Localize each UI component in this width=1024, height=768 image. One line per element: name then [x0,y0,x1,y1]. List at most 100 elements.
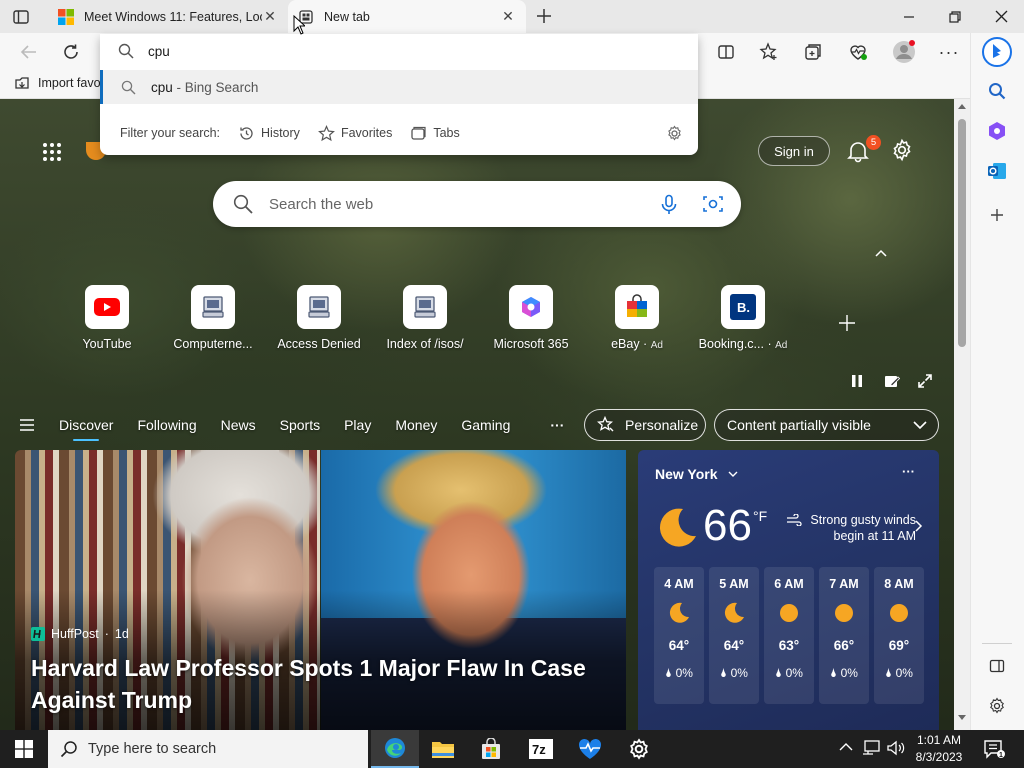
droplet-icon: 🌢 [830,666,838,680]
search-icon [121,80,136,95]
nav-play[interactable]: Play [344,417,371,433]
microphone-icon[interactable] [659,194,679,216]
close-window-icon[interactable] [978,0,1024,33]
tabs-icon [410,125,427,142]
nav-money[interactable]: Money [395,417,437,433]
quick-link-label: Access Denied [277,337,361,351]
nav-gaming[interactable]: Gaming [461,417,510,433]
filter-tabs-label: Tabs [433,126,460,140]
filter-tabs[interactable]: Tabs [410,125,460,142]
clock[interactable]: 1:01 AM 8/3/2023 [910,732,968,766]
close-tab-icon[interactable]: ✕ [500,8,516,25]
collections-icon[interactable] [800,39,826,65]
personalize-button[interactable]: Personalize [584,409,706,441]
sidebar-add-icon[interactable] [984,202,1010,228]
refresh-icon[interactable] [58,39,84,65]
nav-sports[interactable]: Sports [280,417,320,433]
visual-search-camera-icon[interactable] [702,194,724,214]
7zip-icon[interactable]: 7z [517,730,565,768]
import-favorites-button[interactable]: Import favo [14,75,101,91]
hourly-forecast-item[interactable]: 6 AM 63° 🌢 0% [764,567,814,704]
chevron-right-icon[interactable] [915,520,923,532]
edit-background-icon[interactable] [884,373,900,389]
quick-link-access-denied[interactable]: Access Denied [269,285,369,351]
personalize-label: Personalize [625,417,699,433]
add-shortcut-plus-icon[interactable] [838,314,856,332]
network-icon[interactable] [862,740,880,756]
news-headline[interactable]: Harvard Law Professor Spots 1 Major Flaw… [31,652,611,716]
quick-link-computerne[interactable]: Computerne... [163,285,263,351]
notification-center-icon[interactable]: 1 [983,739,1005,759]
filter-favorites[interactable]: Favorites [317,124,392,142]
nav-discover[interactable]: Discover [59,417,113,441]
weather-location[interactable]: New York [655,466,738,482]
quick-link-booking[interactable]: B. Booking.c... · Ad [693,285,793,351]
address-bar-input[interactable]: cpu [100,34,698,68]
nav-following[interactable]: Following [137,417,196,433]
favorites-star-icon[interactable] [756,39,782,65]
nav-news[interactable]: News [221,417,256,433]
hamburger-menu-icon[interactable] [20,419,34,431]
expand-icon[interactable] [917,373,933,389]
file-explorer-icon[interactable] [419,730,467,768]
scrollbar-thumb[interactable] [958,119,966,347]
new-tab-plus-icon[interactable] [534,6,554,26]
hour-time: 6 AM [774,577,804,591]
sun-icon [778,602,800,624]
browser-essentials-icon[interactable] [845,39,871,65]
weather-alert[interactable]: Strong gusty winds begin at 11 AM [786,512,916,544]
sidebar-settings-icon[interactable] [984,693,1010,719]
settings-gear-icon[interactable] [666,125,683,142]
show-hidden-icons-chevron[interactable] [839,742,853,752]
suggestion-row[interactable]: cpu - Bing Search [100,70,698,104]
filter-history[interactable]: History [238,125,300,142]
hide-sidebar-icon[interactable] [984,653,1010,679]
sidebar-office-icon[interactable] [984,118,1010,144]
sidebar-search-icon[interactable] [984,78,1010,104]
edge-app-icon[interactable] [371,730,419,768]
sidebar-outlook-icon[interactable] [984,158,1010,184]
nav-more-icon[interactable]: ··· [550,417,564,433]
tab-new-tab[interactable]: New tab ✕ [288,0,526,33]
quick-link-microsoft-365[interactable]: Microsoft 365 [481,285,581,351]
computer-site-icon [403,285,447,329]
close-tab-icon[interactable]: ✕ [262,8,278,25]
app-launcher-icon[interactable] [42,142,62,162]
weather-more-icon[interactable]: ··· [902,464,915,479]
sign-in-button[interactable]: Sign in [758,136,830,166]
current-temperature: 66 [703,502,752,550]
start-windows-icon[interactable] [0,730,48,768]
profile-avatar[interactable] [891,39,917,65]
pause-background-icon[interactable] [850,374,864,388]
more-options-icon[interactable]: ··· [936,39,962,65]
svg-text:7z: 7z [532,742,546,757]
settings-app-icon[interactable] [615,730,663,768]
microsoft-store-icon[interactable] [467,730,515,768]
hourly-forecast-item[interactable]: 5 AM 64° 🌢 0% [709,567,759,704]
quick-link-index-isos[interactable]: Index of /isos/ [375,285,475,351]
bing-copilot-icon[interactable] [981,36,1013,68]
minimize-icon[interactable] [886,0,932,33]
page-scrollbar[interactable] [954,99,970,730]
scroll-down-arrow-icon[interactable] [958,715,966,721]
taskbar-search-input[interactable]: Type here to search [48,730,368,768]
collapse-chevron-icon[interactable] [874,248,888,258]
quick-link-ebay[interactable]: eBay · Ad [587,285,687,351]
back-icon[interactable] [16,39,42,65]
tab-actions-icon[interactable] [12,8,30,26]
page-settings-gear-icon[interactable] [890,138,914,162]
content-visibility-label: Content partially visible [727,417,871,433]
web-search-input[interactable]: Search the web [213,181,741,227]
content-visibility-dropdown[interactable]: Content partially visible [714,409,939,441]
split-screen-icon[interactable] [713,39,739,65]
quick-link-youtube[interactable]: YouTube [57,285,157,351]
hourly-forecast-item[interactable]: 7 AM 66° 🌢 0% [819,567,869,704]
restore-icon[interactable] [932,0,978,33]
hourly-forecast-item[interactable]: 4 AM 64° 🌢 0% [654,567,704,704]
health-monitor-icon[interactable] [566,730,614,768]
sidebar-divider [982,643,1012,644]
volume-icon[interactable] [887,740,905,756]
tab-windows11[interactable]: Meet Windows 11: Features, Loo ✕ [48,0,288,33]
scroll-up-arrow-icon[interactable] [958,103,966,109]
hourly-forecast-item[interactable]: 8 AM 69° 🌢 0% [874,567,924,704]
